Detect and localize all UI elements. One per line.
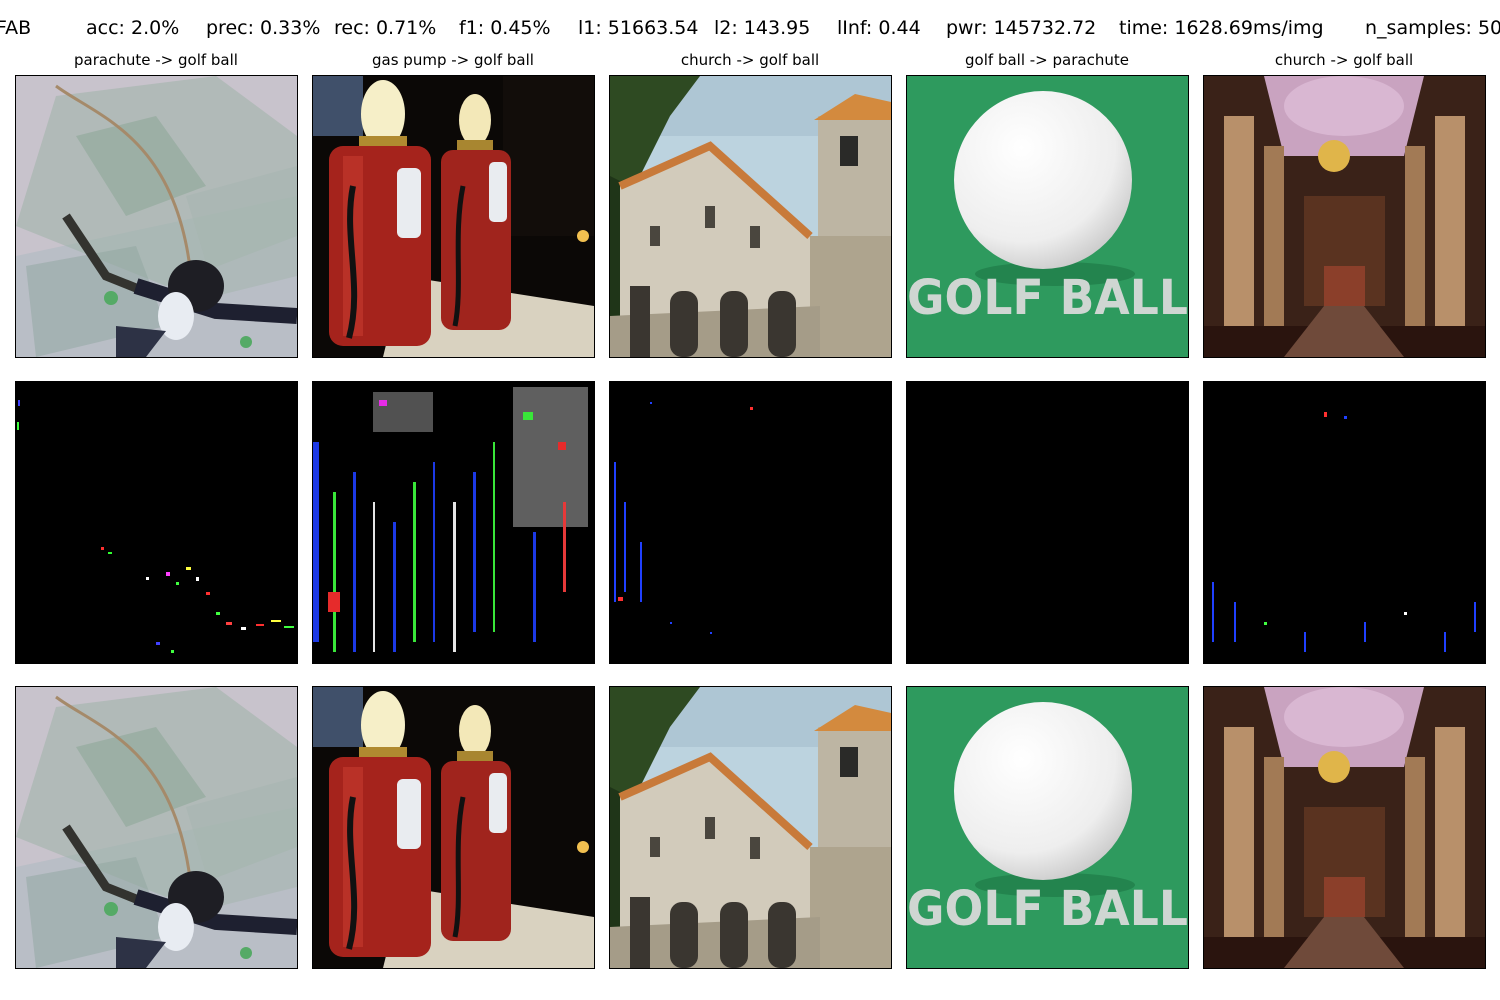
- adversarial-image-church-exterior: [609, 686, 892, 969]
- column-title-4: golf ball -> parachute: [965, 51, 1129, 69]
- metric-n-samples: n_samples: 50: [1365, 17, 1500, 39]
- metric-power: pwr: 145732.72: [946, 17, 1097, 39]
- perturbation-parachute: [15, 381, 298, 664]
- metric-precision: prec: 0.33%: [206, 17, 321, 39]
- adversarial-image-parachute: [15, 686, 298, 969]
- column-title-5: church -> golf ball: [1274, 51, 1414, 69]
- perturbation-golf-ball: [906, 381, 1189, 664]
- adversarial-image-church-interior: [1203, 686, 1486, 969]
- original-image-gas-pump: [312, 75, 595, 358]
- column-title-3: church -> golf ball: [680, 51, 820, 69]
- original-image-church-exterior: [609, 75, 892, 358]
- metric-f1: f1: 0.45%: [459, 17, 551, 39]
- attack-name: FAB: [0, 17, 32, 39]
- golf-ball-caption: GOLF BALL: [907, 270, 1188, 326]
- metric-accuracy: acc: 2.0%: [86, 17, 180, 39]
- adversarial-image-golf-ball: GOLF BALL: [906, 686, 1189, 969]
- original-image-church-interior: [1203, 75, 1486, 358]
- original-image-parachute: [15, 75, 298, 358]
- metric-recall: rec: 0.71%: [334, 17, 437, 39]
- original-image-golf-ball: GOLF BALL: [906, 75, 1189, 358]
- perturbation-gas-pump: [312, 381, 595, 664]
- metric-linf: lInf: 0.44: [837, 17, 921, 39]
- perturbation-church-exterior: [609, 381, 892, 664]
- column-title-1: parachute -> golf ball: [74, 51, 238, 69]
- column-title-2: gas pump -> golf ball: [372, 51, 534, 69]
- metric-l1: l1: 51663.54: [578, 17, 699, 39]
- golf-ball-caption-adversarial: GOLF BALL: [907, 881, 1188, 937]
- metric-time: time: 1628.69ms/img: [1119, 17, 1324, 39]
- perturbation-church-interior: [1203, 381, 1486, 664]
- metric-l2: l2: 143.95: [714, 17, 811, 39]
- adversarial-image-gas-pump: [312, 686, 595, 969]
